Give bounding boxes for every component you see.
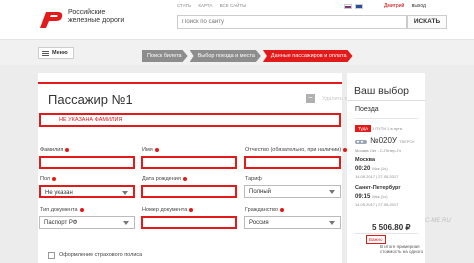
divider (347, 100, 425, 101)
divider (38, 82, 342, 84)
divider (354, 118, 418, 119)
tariff-label: Тариф (245, 176, 262, 182)
error-message: НЕ УКАЗАНА ФАМИЛИЯ (59, 117, 123, 123)
top-header: Российские железные дороги СТАТЬ КАРТА В… (0, 0, 474, 40)
arrival-note: Мск (1ч) (372, 194, 388, 199)
passenger-form: Пассажир №1 − Удалить пассажира НЕ УКАЗА… (38, 73, 372, 263)
top-link[interactable]: КАРТА (198, 3, 212, 8)
birth-label: Дата рождения (142, 176, 187, 182)
train-number[interactable]: №020У ТВЕРСК (370, 136, 415, 145)
name-field[interactable] (141, 156, 237, 169)
doc-number-label: Номер документа (142, 207, 194, 213)
doc-type-select[interactable]: Паспорт РФ (39, 216, 135, 229)
delete-passenger-icon[interactable]: − (306, 94, 315, 103)
top-link[interactable]: СТАТЬ (177, 3, 191, 8)
watermark: C-ME.RU (425, 218, 451, 224)
citizenship-label-text: Гражданство (245, 207, 278, 213)
step-train-select[interactable]: Выбор поезда и места (190, 50, 261, 62)
sex-select[interactable]: Не указан (39, 185, 135, 198)
arrival-date: 14.09.2017 | 27.05.2017 (355, 202, 399, 207)
train-number-text: №020У (370, 136, 398, 145)
required-icon (52, 176, 57, 181)
surname-field[interactable] (39, 156, 135, 169)
required-icon (189, 207, 194, 212)
name-label-text: Имя (142, 147, 153, 153)
arrival-city: Санкт-Петербург (355, 185, 401, 191)
required-icon (154, 147, 159, 152)
tariff-label-text: Тариф (245, 176, 262, 182)
insurance-checkbox[interactable] (48, 252, 55, 259)
divider (354, 233, 418, 234)
sex-label-text: Пол (40, 176, 51, 182)
top-links: СТАТЬ КАРТА ВСЕ САЙТЫ (177, 3, 252, 8)
user-name[interactable]: Дмитрий (384, 3, 404, 9)
arrival-time: 09:15 Мск (1ч) (355, 194, 388, 200)
direction-tag: Туда (355, 125, 371, 132)
departure-time: 00:20 Мск (1ч) (355, 166, 388, 172)
patronymic-field[interactable] (244, 156, 341, 169)
step-passengers[interactable]: Данные пассажиров и оплата (263, 50, 353, 62)
surname-label-text: Фамилия (40, 147, 64, 153)
departure-city: Москва (355, 157, 376, 163)
sex-label: Пол (40, 176, 57, 182)
surname-label: Фамилия (40, 147, 70, 153)
doc-type-label: Тип документа (40, 207, 84, 213)
required-icon (65, 147, 70, 152)
passengers-info: 1 ПУТИ 1 в пути (372, 126, 402, 131)
name-label: Имя (142, 147, 159, 153)
summary-title: Ваш выбор (354, 85, 410, 97)
patronymic-label-text: Отчество (обязательно, при наличии) (245, 147, 342, 153)
brand-line2: железные дороги (68, 17, 125, 24)
doc-type-label-text: Тип документа (40, 207, 78, 213)
citizenship-select[interactable]: Россия (244, 216, 341, 229)
brand-line1: Российские (68, 9, 106, 16)
insurance-label[interactable]: Оформление страхового полиса (59, 252, 142, 258)
departure-time-value: 00:20 (355, 166, 371, 172)
doc-number-label-text: Номер документа (142, 207, 188, 213)
top-link[interactable]: ВСЕ САЙТЫ (220, 3, 246, 8)
booking-steps: Поиск билета Выбор поезда и места Данные… (142, 50, 355, 62)
departure-note: Мск (1ч) (372, 166, 388, 171)
passenger-title: Пассажир №1 (48, 92, 133, 107)
user-block: Дмитрий выход (384, 3, 426, 9)
english-flag-icon[interactable] (355, 4, 363, 9)
rzd-logo[interactable] (38, 8, 64, 30)
birth-label-text: Дата рождения (142, 176, 181, 182)
step-search[interactable]: Поиск билета (142, 50, 188, 62)
language-switch (344, 4, 363, 9)
birth-date-field[interactable] (141, 185, 237, 198)
doc-number-field[interactable] (141, 216, 237, 229)
required-icon (79, 207, 84, 212)
train-type: ТВЕРСК (399, 139, 415, 144)
citizenship-label: Гражданство (245, 207, 284, 213)
brand-name: Российские железные дороги (68, 9, 138, 25)
error-banner: НЕ УКАЗАНА ФАМИЛИЯ (39, 113, 341, 127)
hamburger-icon (42, 51, 49, 52)
train-icon (355, 140, 367, 144)
required-icon (182, 176, 187, 181)
required-icon (279, 207, 284, 212)
order-summary: Ваш выбор Поезда Туда 1 ПУТИ 1 в пути №0… (347, 73, 425, 263)
route: Москва Окт - С-Петер-Гл (355, 148, 402, 153)
russian-flag-icon[interactable] (344, 4, 352, 9)
summary-subtitle: Поезда (355, 106, 379, 113)
patronymic-label: Отчество (обязательно, при наличии) (245, 147, 348, 153)
tariff-select[interactable]: Полный (244, 185, 341, 198)
menu-button[interactable]: Меню (38, 47, 74, 59)
departure-date: 14.09.2017 | 27.05.2017 (355, 174, 399, 179)
arrival-time-value: 09:15 (355, 194, 371, 200)
total-price: 5 506.80 ₽ (372, 223, 411, 232)
menu-label: Меню (52, 50, 68, 56)
logout-link[interactable]: выход (412, 3, 426, 9)
search-input[interactable] (177, 15, 407, 29)
important-badge: Важно (366, 235, 386, 244)
search-button[interactable]: ИСКАТЬ (407, 15, 447, 29)
price-note: В итоге примерная стоимость на одного (380, 244, 424, 254)
